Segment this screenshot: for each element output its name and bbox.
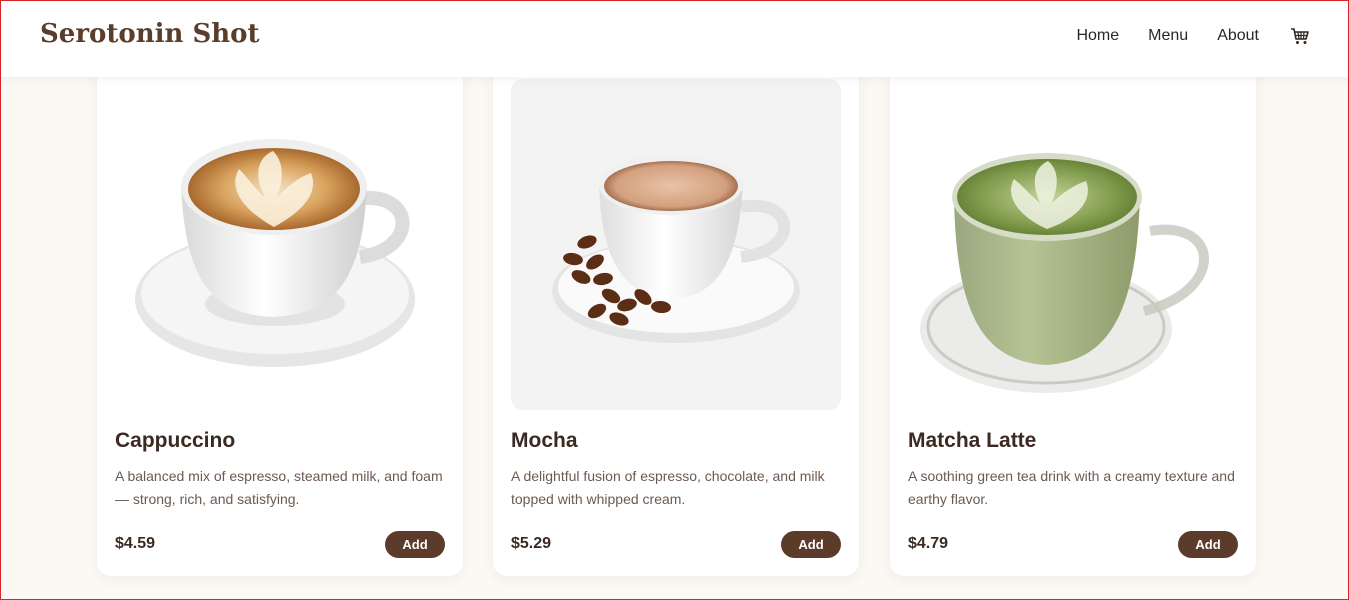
cart-icon[interactable] — [1290, 26, 1310, 46]
product-card-matcha-latte: Matcha Latte A soothing green tea drink … — [890, 57, 1256, 576]
product-title: Matcha Latte — [908, 429, 1037, 452]
matcha-latte-cup-image — [908, 79, 1238, 410]
product-description: A balanced mix of espresso, steamed milk… — [115, 468, 443, 507]
nav-home-link[interactable]: Home — [1076, 25, 1119, 47]
mocha-cup-image — [511, 79, 841, 410]
add-to-cart-button[interactable]: Add — [385, 531, 445, 558]
product-price: $4.59 — [115, 535, 156, 552]
cappuccino-cup-image — [115, 79, 445, 410]
main-nav: Home Menu About — [1047, 25, 1310, 47]
product-card-cappuccino: Cappuccino A balanced mix of espresso, s… — [97, 57, 463, 576]
product-title: Mocha — [511, 429, 578, 452]
brand-logo[interactable]: Serotonin Shot — [40, 19, 259, 49]
product-description: A soothing green tea drink with a creamy… — [908, 468, 1235, 507]
product-price: $4.79 — [908, 535, 949, 552]
nav-about-link[interactable]: About — [1217, 25, 1259, 47]
add-to-cart-button[interactable]: Add — [781, 531, 841, 558]
product-title: Cappuccino — [115, 429, 236, 452]
product-price: $5.29 — [511, 535, 552, 552]
nav-menu-link[interactable]: Menu — [1148, 25, 1188, 47]
product-description: A delightful fusion of espresso, chocola… — [511, 468, 825, 507]
add-to-cart-button[interactable]: Add — [1178, 531, 1238, 558]
product-card-mocha: Mocha A delightful fusion of espresso, c… — [493, 57, 859, 576]
site-header: Serotonin Shot Home Menu About — [1, 1, 1348, 77]
